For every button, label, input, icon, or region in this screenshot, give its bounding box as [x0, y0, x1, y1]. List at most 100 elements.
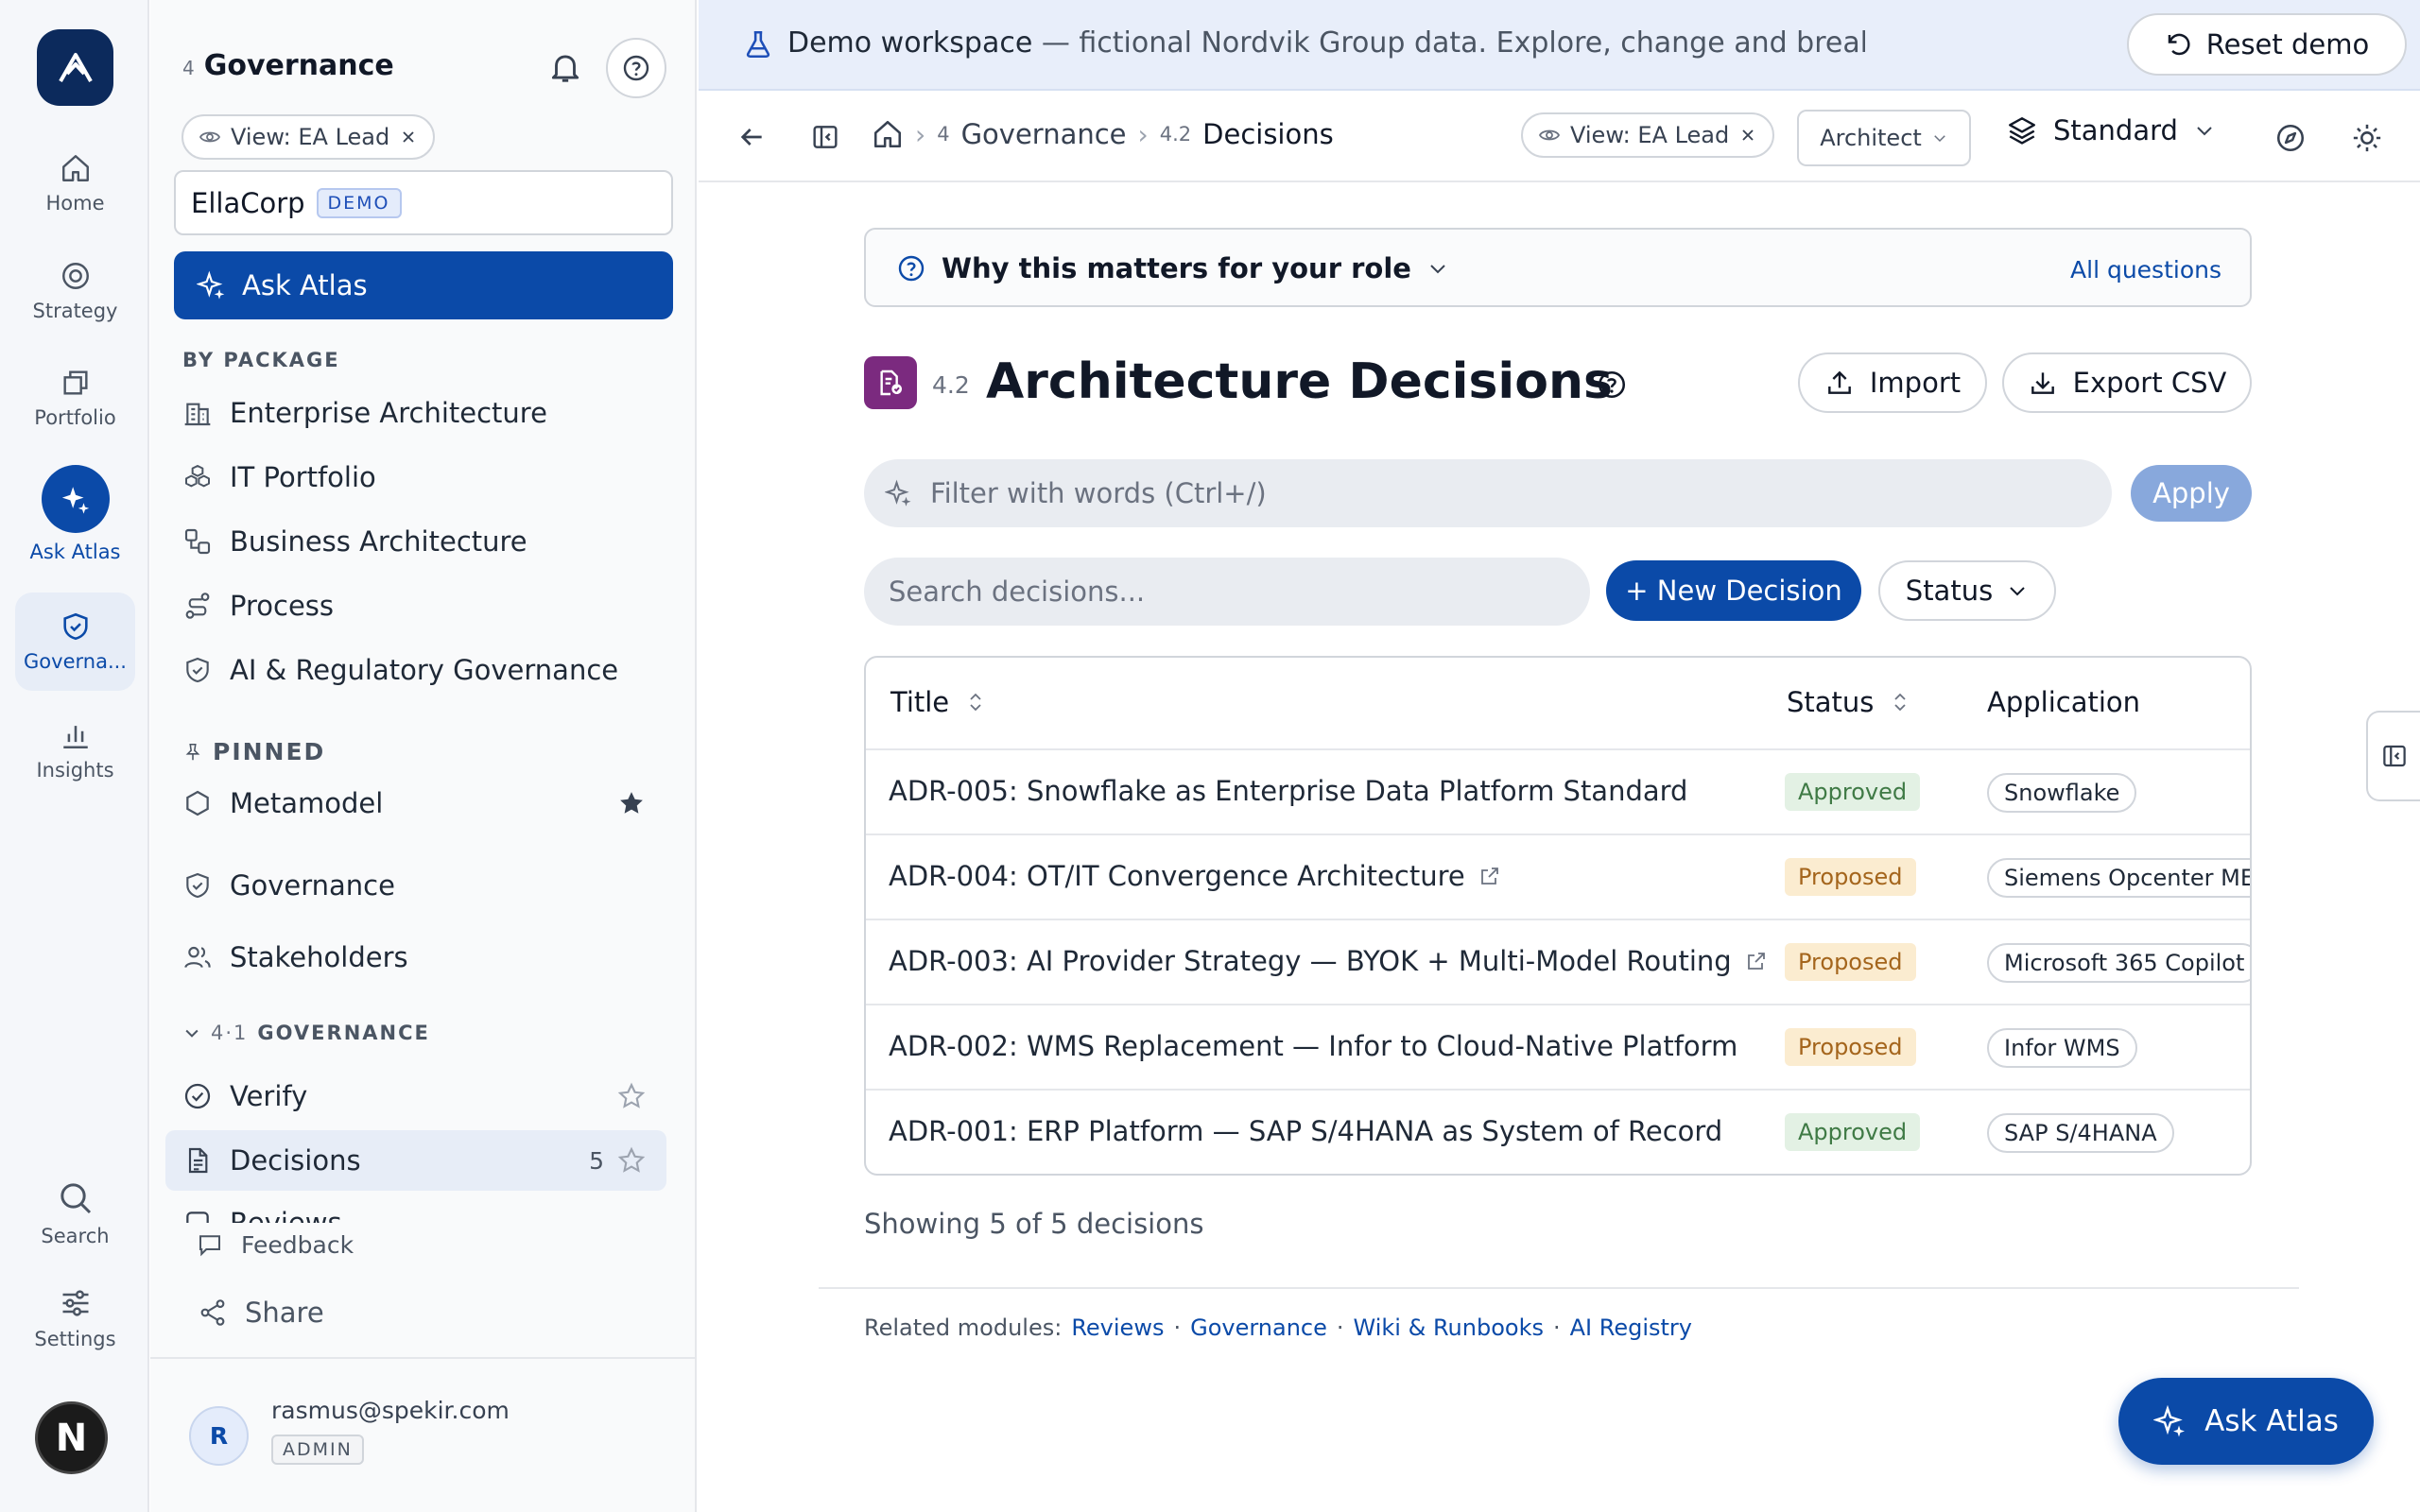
status-badge: Approved	[1785, 1113, 1921, 1151]
document-icon	[188, 1147, 208, 1174]
decisions-count: 5	[589, 1146, 604, 1175]
close-icon[interactable]	[399, 128, 418, 146]
rail-label: Portfolio	[34, 406, 116, 429]
table-row[interactable]: ADR-002: WMS Replacement — Infor to Clou…	[866, 1005, 2250, 1091]
decision-title: ADR-005: Snowflake as Enterprise Data Pl…	[889, 775, 1687, 807]
help-icon[interactable]	[1596, 369, 1628, 401]
rail-item-ask-atlas[interactable]: Ask Atlas	[15, 465, 135, 563]
related-link-wiki[interactable]: Wiki & Runbooks	[1354, 1314, 1544, 1341]
close-icon[interactable]	[1738, 126, 1757, 145]
application-chip[interactable]: Infor WMS	[1987, 1028, 2137, 1068]
application-chip[interactable]: Snowflake	[1987, 773, 2137, 813]
related-link-ai-registry[interactable]: AI Registry	[1570, 1314, 1692, 1341]
rail-item-home[interactable]: Home	[15, 134, 135, 232]
ask-atlas-fab[interactable]: Ask Atlas	[2118, 1378, 2374, 1465]
role-context-panel[interactable]: Why this matters for your role All quest…	[864, 228, 2252, 307]
table-row[interactable]: ADR-005: Snowflake as Enterprise Data Pl…	[866, 750, 2250, 835]
help-button[interactable]	[606, 38, 666, 98]
rail-item-strategy[interactable]: Strategy	[15, 242, 135, 340]
column-application-label: Application	[1987, 686, 2141, 718]
new-decision-button[interactable]: + New Decision	[1606, 560, 1861, 621]
column-status[interactable]: Status	[1787, 686, 1911, 718]
right-panel-toggle[interactable]	[2366, 711, 2420, 801]
rail-item-governance[interactable]: Governa...	[15, 593, 135, 691]
rail-label: Insights	[36, 759, 114, 782]
app-logo[interactable]	[37, 29, 113, 106]
arrow-left-icon[interactable]	[736, 122, 767, 152]
external-link-icon[interactable]	[1478, 865, 1501, 887]
apply-button[interactable]: Apply	[2131, 465, 2252, 522]
flask-icon	[746, 30, 770, 59]
star-outline-icon[interactable]	[617, 1146, 646, 1175]
pinned-item-metamodel[interactable]: Metamodel	[165, 773, 666, 833]
package-enterprise-architecture[interactable]: Enterprise Architecture	[165, 383, 666, 443]
package-ai-regulatory-governance[interactable]: AI & Regulatory Governance	[165, 640, 666, 700]
sort-icon	[970, 693, 981, 712]
pinned-item-stakeholders[interactable]: Stakeholders	[165, 927, 666, 988]
home-icon[interactable]	[872, 118, 904, 150]
check-circle-icon	[184, 1083, 211, 1109]
user-avatar[interactable]: N	[35, 1401, 108, 1474]
chevron-down-icon	[2197, 127, 2212, 136]
package-business-architecture[interactable]: Business Architecture	[165, 511, 666, 572]
related-link-reviews[interactable]: Reviews	[1071, 1314, 1164, 1341]
package-process[interactable]: Process	[165, 576, 666, 636]
group-item-reviews[interactable]: Reviews	[165, 1202, 666, 1223]
table-row[interactable]: ADR-003: AI Provider Strategy — BYOK + M…	[866, 920, 2250, 1005]
workflow-icon	[184, 528, 211, 555]
view-chip[interactable]: View: EA Lead	[182, 114, 436, 160]
rail-item-settings[interactable]: Settings	[15, 1269, 135, 1367]
decision-title-text: ADR-004: OT/IT Convergence Architecture	[889, 860, 1465, 892]
group-item-decisions[interactable]: Decisions 5	[165, 1130, 666, 1191]
all-questions-link[interactable]: All questions	[2070, 256, 2221, 284]
filter-placeholder: Filter with words (Ctrl+/)	[930, 477, 1267, 509]
group-heading[interactable]: 4·1 GOVERNANCE	[182, 1022, 430, 1044]
role-context-toggle[interactable]: Why this matters for your role	[896, 252, 1449, 284]
ask-atlas-label: Ask Atlas	[242, 269, 368, 301]
rail-item-search[interactable]: Search	[15, 1164, 135, 1263]
compass-icon[interactable]	[2274, 122, 2307, 154]
star-outline-icon[interactable]	[617, 1082, 646, 1110]
export-csv-button[interactable]: Export CSV	[2002, 352, 2252, 413]
rail-label: Home	[45, 192, 105, 215]
pinned-item-governance[interactable]: Governance	[165, 855, 666, 916]
related-modules: Related modules: Reviews · Governance · …	[864, 1314, 1692, 1341]
related-link-governance[interactable]: Governance	[1190, 1314, 1327, 1341]
mode-select[interactable]: Standard	[2006, 114, 2216, 146]
breadcrumb-governance[interactable]: Governance	[961, 118, 1127, 150]
status-filter-label: Status	[1905, 575, 1994, 607]
search-decisions-input[interactable]: Search decisions...	[864, 558, 1590, 626]
notifications-button[interactable]	[547, 49, 583, 85]
group-item-verify[interactable]: Verify	[165, 1066, 666, 1126]
view-chip-topbar[interactable]: View: EA Lead	[1521, 112, 1775, 158]
table-row[interactable]: ADR-004: OT/IT Convergence Architecture …	[866, 835, 2250, 920]
package-it-portfolio[interactable]: IT Portfolio	[165, 447, 666, 507]
org-selector[interactable]: EllaCorp DEMO	[174, 170, 673, 235]
sidebar-toggle-icon[interactable]	[810, 122, 840, 152]
application-chip[interactable]: SAP S/4HANA	[1987, 1113, 2174, 1153]
sliders-icon	[62, 1290, 88, 1316]
decision-title: ADR-003: AI Provider Strategy — BYOK + M…	[889, 945, 1768, 977]
share-link[interactable]: Share	[198, 1297, 324, 1329]
table-row[interactable]: ADR-001: ERP Platform — SAP S/4HANA as S…	[866, 1091, 2250, 1174]
rail-item-portfolio[interactable]: Portfolio	[15, 349, 135, 447]
external-link-icon[interactable]	[1745, 950, 1768, 972]
import-button[interactable]: Import	[1798, 352, 1987, 413]
status-filter-select[interactable]: Status	[1878, 560, 2056, 621]
star-filled-icon[interactable]	[617, 789, 646, 817]
rail-item-insights[interactable]: Insights	[15, 701, 135, 799]
reset-demo-button[interactable]: Reset demo	[2127, 13, 2407, 76]
column-title[interactable]: Title	[890, 686, 987, 718]
application-chip[interactable]: Microsoft 365 Copilot	[1987, 943, 2250, 983]
role-select[interactable]: Architect	[1797, 110, 1971, 166]
application-chip[interactable]: Siemens Opcenter MES	[1987, 858, 2250, 898]
share-label: Share	[245, 1297, 324, 1329]
sun-icon[interactable]	[2351, 122, 2383, 154]
export-csv-label: Export CSV	[2072, 367, 2227, 399]
user-email: rasmus@spekir.com	[271, 1397, 510, 1424]
ask-atlas-button[interactable]: Ask Atlas	[174, 251, 673, 319]
view-chip-label: View: EA Lead	[1570, 122, 1730, 148]
filter-with-words-input[interactable]: Filter with words (Ctrl+/)	[864, 459, 2112, 527]
feedback-link[interactable]: Feedback	[196, 1230, 354, 1259]
user-panel[interactable]: R rasmus@spekir.com ADMIN	[150, 1357, 695, 1512]
